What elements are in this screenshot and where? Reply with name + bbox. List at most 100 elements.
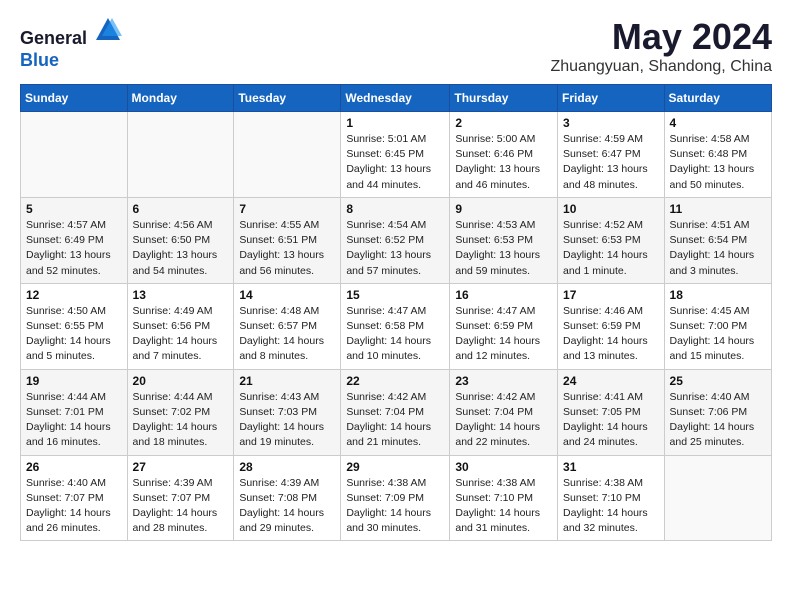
calendar-week-row: 26 Sunrise: 4:40 AM Sunset: 7:07 PM Dayli… (21, 455, 772, 541)
day-of-week-header: Saturday (664, 85, 771, 112)
logo-icon (94, 16, 122, 44)
day-number: 2 (455, 116, 552, 130)
day-number: 17 (563, 288, 659, 302)
day-number: 4 (670, 116, 766, 130)
day-of-week-header: Monday (127, 85, 234, 112)
day-number: 28 (239, 460, 335, 474)
calendar-day-cell: 31Sunrise: 4:38 AM Sunset: 7:10 PM Dayli… (558, 455, 665, 541)
subtitle: Zhuangyuan, Shandong, China (550, 58, 772, 76)
calendar-day-cell: 20 Sunrise: 4:44 AM Sunset: 7:02 PM Dayli… (127, 369, 234, 455)
calendar-day-cell: 26 Sunrise: 4:40 AM Sunset: 7:07 PM Dayli… (21, 455, 128, 541)
day-number: 5 (26, 202, 122, 216)
calendar-week-row: 1 Sunrise: 5:01 AM Sunset: 6:45 PM Daylig… (21, 112, 772, 198)
day-of-week-header: Wednesday (341, 85, 450, 112)
calendar-day-cell: 2 Sunrise: 5:00 AM Sunset: 6:46 PM Daylig… (450, 112, 558, 198)
page-header: General Blue May 2024 Zhuangyuan, Shando… (0, 0, 792, 84)
day-number: 19 (26, 374, 122, 388)
calendar-day-cell: 3 Sunrise: 4:59 AM Sunset: 6:47 PM Daylig… (558, 112, 665, 198)
calendar-day-cell: 9 Sunrise: 4:53 AM Sunset: 6:53 PM Daylig… (450, 197, 558, 283)
calendar-week-row: 12 Sunrise: 4:50 AM Sunset: 6:55 PM Dayli… (21, 283, 772, 369)
calendar-wrapper: SundayMondayTuesdayWednesdayThursdayFrid… (0, 84, 792, 551)
calendar-day-cell: 11 Sunrise: 4:51 AM Sunset: 6:54 PM Dayli… (664, 197, 771, 283)
day-number: 25 (670, 374, 766, 388)
calendar-day-cell: 14 Sunrise: 4:48 AM Sunset: 6:57 PM Dayli… (234, 283, 341, 369)
day-number: 26 (26, 460, 122, 474)
day-number: 6 (133, 202, 229, 216)
day-info: Sunrise: 4:49 AM Sunset: 6:56 PM Dayligh… (133, 304, 229, 365)
day-info: Sunrise: 4:47 AM Sunset: 6:58 PM Dayligh… (346, 304, 444, 365)
calendar-day-cell: 23Sunrise: 4:42 AM Sunset: 7:04 PM Dayli… (450, 369, 558, 455)
calendar-day-cell: 30Sunrise: 4:38 AM Sunset: 7:10 PM Dayli… (450, 455, 558, 541)
day-info: Sunrise: 4:41 AM Sunset: 7:05 PM Dayligh… (563, 390, 659, 451)
main-title: May 2024 (550, 16, 772, 58)
day-number: 14 (239, 288, 335, 302)
day-number: 22 (346, 374, 444, 388)
day-info: Sunrise: 4:44 AM Sunset: 7:02 PM Dayligh… (133, 390, 229, 451)
calendar-day-cell: 5 Sunrise: 4:57 AM Sunset: 6:49 PM Daylig… (21, 197, 128, 283)
title-block: May 2024 Zhuangyuan, Shandong, China (550, 16, 772, 76)
day-info: Sunrise: 4:46 AM Sunset: 6:59 PM Dayligh… (563, 304, 659, 365)
calendar-header-row: SundayMondayTuesdayWednesdayThursdayFrid… (21, 85, 772, 112)
calendar-day-cell: 29Sunrise: 4:38 AM Sunset: 7:09 PM Dayli… (341, 455, 450, 541)
day-number: 1 (346, 116, 444, 130)
day-number: 18 (670, 288, 766, 302)
logo-general: General (20, 28, 87, 48)
day-info: Sunrise: 4:47 AM Sunset: 6:59 PM Dayligh… (455, 304, 552, 365)
day-info: Sunrise: 5:01 AM Sunset: 6:45 PM Dayligh… (346, 132, 444, 193)
day-info: Sunrise: 4:40 AM Sunset: 7:06 PM Dayligh… (670, 390, 766, 451)
day-info: Sunrise: 4:58 AM Sunset: 6:48 PM Dayligh… (670, 132, 766, 193)
logo-blue-text: Blue (20, 50, 122, 72)
calendar-day-cell: 25 Sunrise: 4:40 AM Sunset: 7:06 PM Dayli… (664, 369, 771, 455)
calendar-day-cell: 28 Sunrise: 4:39 AM Sunset: 7:08 PM Dayli… (234, 455, 341, 541)
calendar-day-cell: 6 Sunrise: 4:56 AM Sunset: 6:50 PM Daylig… (127, 197, 234, 283)
day-info: Sunrise: 4:52 AM Sunset: 6:53 PM Dayligh… (563, 218, 659, 279)
day-info: Sunrise: 4:38 AM Sunset: 7:10 PM Dayligh… (563, 476, 659, 537)
day-info: Sunrise: 5:00 AM Sunset: 6:46 PM Dayligh… (455, 132, 552, 193)
day-number: 21 (239, 374, 335, 388)
day-info: Sunrise: 4:53 AM Sunset: 6:53 PM Dayligh… (455, 218, 552, 279)
day-info: Sunrise: 4:59 AM Sunset: 6:47 PM Dayligh… (563, 132, 659, 193)
day-number: 7 (239, 202, 335, 216)
calendar-day-cell: 17 Sunrise: 4:46 AM Sunset: 6:59 PM Dayli… (558, 283, 665, 369)
day-info: Sunrise: 4:39 AM Sunset: 7:08 PM Dayligh… (239, 476, 335, 537)
day-info: Sunrise: 4:51 AM Sunset: 6:54 PM Dayligh… (670, 218, 766, 279)
calendar-day-cell: 13 Sunrise: 4:49 AM Sunset: 6:56 PM Dayli… (127, 283, 234, 369)
calendar-day-cell: 16 Sunrise: 4:47 AM Sunset: 6:59 PM Dayli… (450, 283, 558, 369)
day-number: 20 (133, 374, 229, 388)
day-number: 15 (346, 288, 444, 302)
day-info: Sunrise: 4:50 AM Sunset: 6:55 PM Dayligh… (26, 304, 122, 365)
logo: General Blue (20, 16, 122, 71)
day-number: 3 (563, 116, 659, 130)
calendar-day-cell: 22 Sunrise: 4:42 AM Sunset: 7:04 PM Dayli… (341, 369, 450, 455)
day-number: 9 (455, 202, 552, 216)
calendar-day-cell: 19 Sunrise: 4:44 AM Sunset: 7:01 PM Dayli… (21, 369, 128, 455)
calendar-table: SundayMondayTuesdayWednesdayThursdayFrid… (20, 84, 772, 541)
day-info: Sunrise: 4:39 AM Sunset: 7:07 PM Dayligh… (133, 476, 229, 537)
day-number: 12 (26, 288, 122, 302)
day-info: Sunrise: 4:40 AM Sunset: 7:07 PM Dayligh… (26, 476, 122, 537)
day-info: Sunrise: 4:38 AM Sunset: 7:09 PM Dayligh… (346, 476, 444, 537)
day-number: 16 (455, 288, 552, 302)
day-number: 24 (563, 374, 659, 388)
day-of-week-header: Tuesday (234, 85, 341, 112)
calendar-day-cell: 27Sunrise: 4:39 AM Sunset: 7:07 PM Dayli… (127, 455, 234, 541)
day-info: Sunrise: 4:44 AM Sunset: 7:01 PM Dayligh… (26, 390, 122, 451)
calendar-week-row: 19 Sunrise: 4:44 AM Sunset: 7:01 PM Dayli… (21, 369, 772, 455)
day-info: Sunrise: 4:42 AM Sunset: 7:04 PM Dayligh… (455, 390, 552, 451)
day-number: 13 (133, 288, 229, 302)
day-info: Sunrise: 4:42 AM Sunset: 7:04 PM Dayligh… (346, 390, 444, 451)
calendar-day-cell: 8Sunrise: 4:54 AM Sunset: 6:52 PM Daylig… (341, 197, 450, 283)
calendar-day-cell: 7 Sunrise: 4:55 AM Sunset: 6:51 PM Daylig… (234, 197, 341, 283)
day-info: Sunrise: 4:56 AM Sunset: 6:50 PM Dayligh… (133, 218, 229, 279)
day-info: Sunrise: 4:55 AM Sunset: 6:51 PM Dayligh… (239, 218, 335, 279)
calendar-day-cell: 10Sunrise: 4:52 AM Sunset: 6:53 PM Dayli… (558, 197, 665, 283)
day-number: 11 (670, 202, 766, 216)
day-info: Sunrise: 4:48 AM Sunset: 6:57 PM Dayligh… (239, 304, 335, 365)
calendar-day-cell (664, 455, 771, 541)
day-info: Sunrise: 4:57 AM Sunset: 6:49 PM Dayligh… (26, 218, 122, 279)
calendar-day-cell (21, 112, 128, 198)
day-of-week-header: Thursday (450, 85, 558, 112)
day-info: Sunrise: 4:54 AM Sunset: 6:52 PM Dayligh… (346, 218, 444, 279)
calendar-day-cell: 4 Sunrise: 4:58 AM Sunset: 6:48 PM Daylig… (664, 112, 771, 198)
calendar-day-cell (234, 112, 341, 198)
